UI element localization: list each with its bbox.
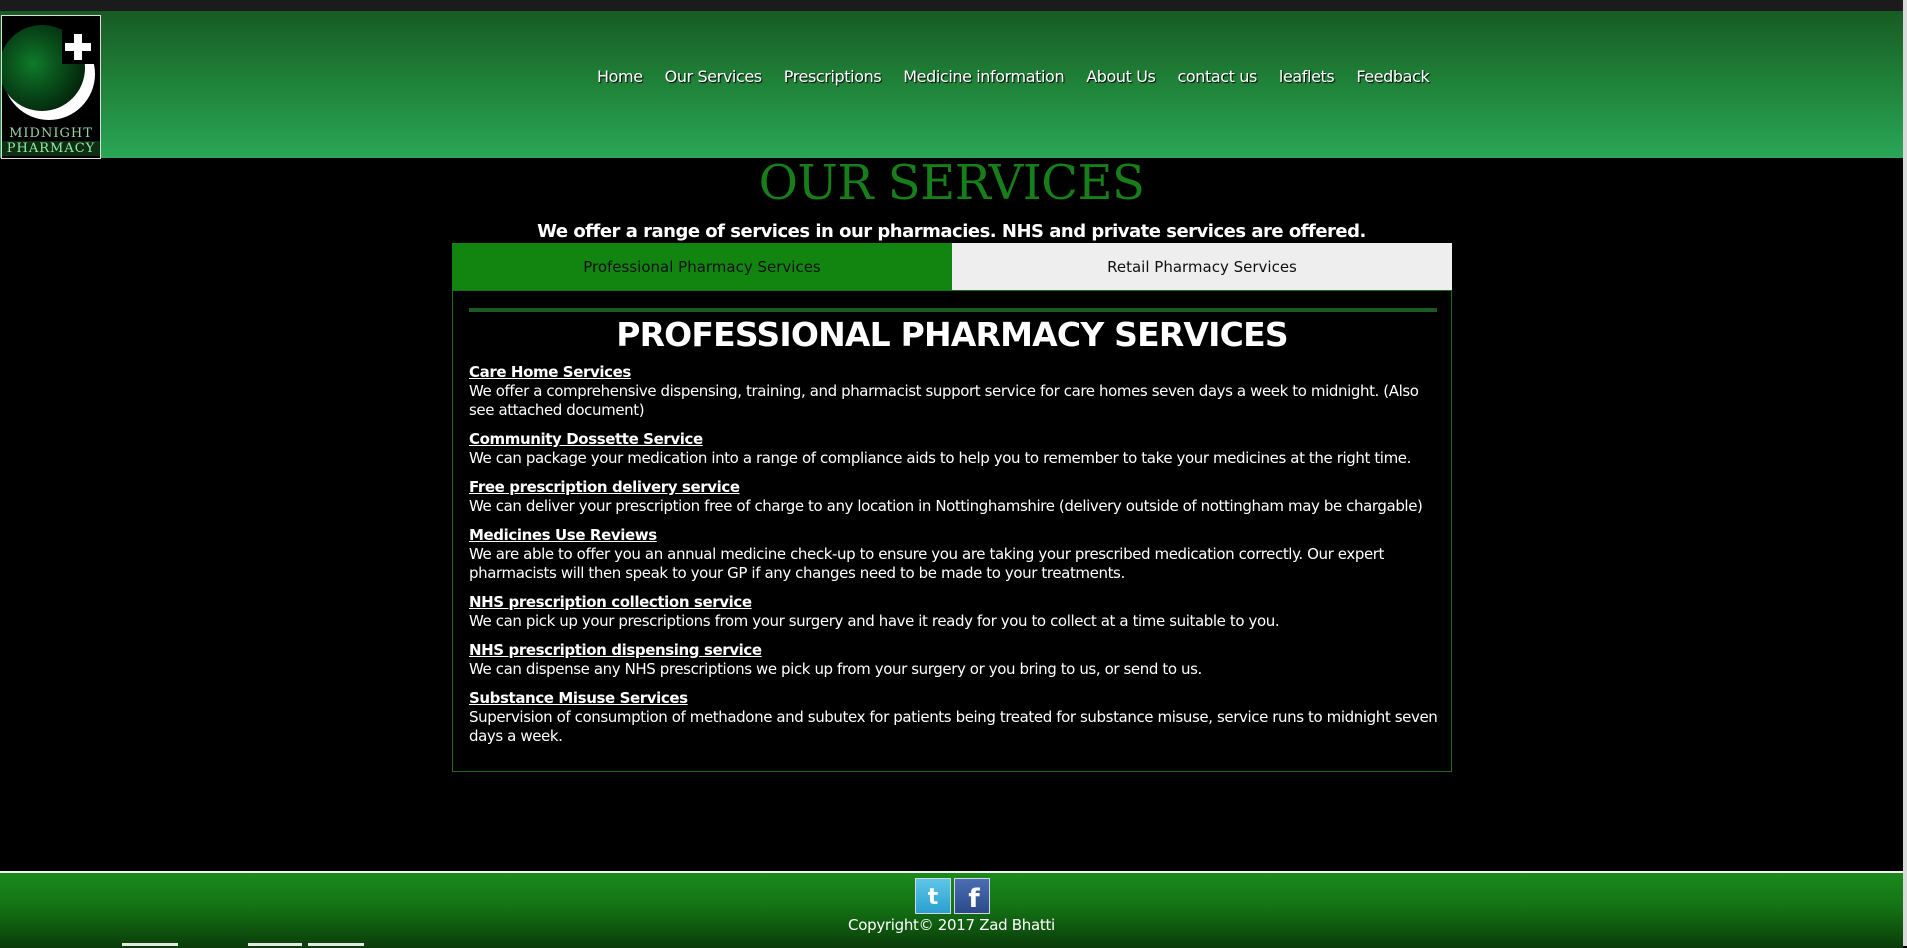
facebook-icon[interactable]: f bbox=[954, 878, 990, 914]
window-scrollbar-strip[interactable] bbox=[1903, 0, 1907, 946]
twitter-icon[interactable]: t bbox=[915, 878, 951, 914]
tab-professional-pharmacy-services[interactable]: Professional Pharmacy Services bbox=[452, 243, 952, 291]
svg-text:f: f bbox=[968, 884, 980, 910]
list-item: Medicines Use Reviews We are able to off… bbox=[469, 525, 1441, 583]
services-panel: PROFESSIONAL PHARMACY SERVICES Care Home… bbox=[452, 290, 1452, 772]
service-name-nhs-collection[interactable]: NHS prescription collection service bbox=[469, 593, 752, 612]
list-item: Substance Misuse Services Supervision of… bbox=[469, 688, 1441, 746]
service-description: We can dispense any NHS prescriptions we… bbox=[469, 660, 1202, 678]
services-list: Care Home Services We offer a comprehens… bbox=[469, 362, 1441, 755]
nav-item-contact-us[interactable]: contact us bbox=[1177, 67, 1257, 91]
social-links: t f bbox=[915, 878, 990, 914]
pharmacy-logo[interactable]: MIDNIGHT PHARMACY bbox=[1, 15, 101, 159]
nav-item-feedback[interactable]: Feedback bbox=[1356, 67, 1429, 91]
panel-divider bbox=[469, 308, 1437, 312]
service-name-care-home[interactable]: Care Home Services bbox=[469, 363, 631, 382]
service-description: We can deliver your prescription free of… bbox=[469, 497, 1423, 515]
service-description: We can package your medication into a ra… bbox=[469, 449, 1411, 467]
service-name-free-delivery[interactable]: Free prescription delivery service bbox=[469, 478, 740, 497]
page-title: OUR SERVICES bbox=[758, 155, 1145, 211]
top-bar bbox=[0, 0, 1907, 11]
service-description: Supervision of consumption of methadone … bbox=[469, 708, 1438, 745]
list-item: Care Home Services We offer a comprehens… bbox=[469, 362, 1441, 420]
site-footer: t f Copyright© 2017 Zad Bhatti bbox=[0, 871, 1903, 948]
service-name-community-dossette[interactable]: Community Dossette Service bbox=[469, 430, 703, 449]
tab-retail-pharmacy-services[interactable]: Retail Pharmacy Services bbox=[952, 243, 1452, 291]
facebook-f-icon: f bbox=[968, 884, 980, 910]
svg-text:t: t bbox=[928, 885, 939, 908]
nav-item-medicine-information[interactable]: Medicine information bbox=[903, 67, 1064, 91]
nav-item-our-services[interactable]: Our Services bbox=[665, 67, 762, 91]
list-item: NHS prescription dispensing service We c… bbox=[469, 640, 1441, 679]
service-description: We offer a comprehensive dispensing, tra… bbox=[469, 382, 1419, 419]
service-name-substance-misuse[interactable]: Substance Misuse Services bbox=[469, 689, 688, 708]
service-name-nhs-dispensing[interactable]: NHS prescription dispensing service bbox=[469, 641, 762, 660]
nav-item-prescriptions[interactable]: Prescriptions bbox=[784, 67, 882, 91]
service-description: We can pick up your prescriptions from y… bbox=[469, 612, 1280, 630]
nav-item-leaflets[interactable]: leaflets bbox=[1279, 67, 1335, 91]
list-item: NHS prescription collection service We c… bbox=[469, 592, 1441, 631]
twitter-bird-icon: t bbox=[928, 885, 939, 908]
nav-item-about-us[interactable]: About Us bbox=[1086, 67, 1156, 91]
crescent-cross-icon bbox=[2, 16, 100, 126]
panel-title: PROFESSIONAL PHARMACY SERVICES bbox=[616, 315, 1288, 354]
logo-text-pharmacy: PHARMACY bbox=[2, 141, 100, 156]
page-subtitle: We offer a range of services in our phar… bbox=[537, 221, 1366, 242]
copyright-text: Copyright© 2017 Zad Bhatti bbox=[848, 916, 1055, 934]
main-navigation: Home Our Services Prescriptions Medicine… bbox=[597, 67, 1451, 91]
service-name-medicines-use-reviews[interactable]: Medicines Use Reviews bbox=[469, 526, 657, 545]
list-item: Free prescription delivery service We ca… bbox=[469, 477, 1441, 516]
logo-text-midnight: MIDNIGHT bbox=[9, 126, 93, 141]
nav-item-home[interactable]: Home bbox=[597, 67, 643, 91]
service-tabs: Professional Pharmacy Services Retail Ph… bbox=[452, 243, 1452, 291]
list-item: Community Dossette Service We can packag… bbox=[469, 429, 1441, 468]
service-description: We are able to offer you an annual medic… bbox=[469, 545, 1385, 582]
